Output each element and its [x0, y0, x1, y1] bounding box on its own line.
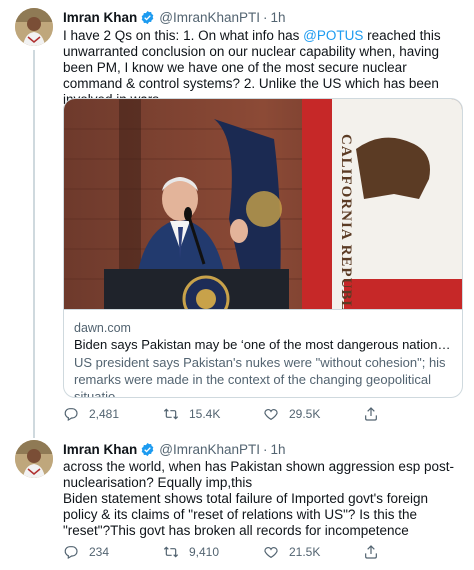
mention-link[interactable]: @POTUS: [303, 28, 363, 43]
author-handle[interactable]: @ImranKhanPTI: [159, 10, 260, 25]
reply-button[interactable]: 234: [63, 544, 163, 560]
tweet-1[interactable]: Imran Khan @ImranKhanPTI · 1h I have 2 Q…: [0, 0, 474, 432]
share-icon: [365, 407, 377, 421]
verified-badge-icon: [140, 442, 155, 457]
retweet-icon: [163, 408, 179, 420]
timestamp[interactable]: 1h: [271, 10, 286, 25]
share-icon: [365, 545, 377, 559]
tweet-text: across the world, when has Pakistan show…: [63, 459, 454, 538]
verified-badge-icon: [140, 10, 155, 25]
reply-icon: [64, 408, 78, 422]
tweet-header: Imran Khan @ImranKhanPTI · 1h: [63, 440, 286, 458]
thread-line: [33, 432, 35, 438]
card-image: CALIFORNIA REPUBLIC: [64, 99, 462, 309]
tweet-text: I have 2 Qs on this: 1. On what info has…: [63, 28, 463, 108]
retweet-icon: [163, 546, 179, 558]
thread-line: [33, 50, 35, 432]
tweet-header: Imran Khan @ImranKhanPTI · 1h: [63, 8, 286, 26]
reply-count: 234: [89, 545, 110, 559]
like-button[interactable]: 21.5K: [263, 544, 363, 560]
reply-count: 2,481: [89, 407, 120, 421]
card-domain: dawn.com: [74, 321, 131, 335]
like-button[interactable]: 29.5K: [263, 406, 363, 422]
tweet-actions: 2,481 15.4K 29.5K: [63, 404, 463, 424]
timestamp[interactable]: 1h: [271, 442, 286, 457]
like-icon: [264, 547, 278, 559]
author-handle[interactable]: @ImranKhanPTI: [159, 442, 260, 457]
avatar[interactable]: [15, 8, 53, 46]
like-icon: [264, 409, 278, 421]
separator-dot: ·: [263, 9, 268, 25]
retweet-button[interactable]: 15.4K: [163, 406, 263, 422]
card-title: Biden says Pakistan may be ‘one of the m…: [74, 337, 452, 352]
author-name[interactable]: Imran Khan: [63, 442, 137, 457]
separator-dot: ·: [263, 441, 268, 457]
tweet-actions: 234 9,410 21.5K: [63, 542, 463, 562]
retweet-count: 15.4K: [189, 407, 221, 421]
author-name[interactable]: Imran Khan: [63, 10, 137, 25]
tweet-text-part: I have 2 Qs on this: 1. On what info has: [63, 28, 304, 43]
share-button[interactable]: [363, 406, 403, 422]
avatar[interactable]: [15, 440, 53, 478]
like-count: 21.5K: [289, 545, 321, 559]
link-card[interactable]: CALIFORNIA REPUBLIC dawn.com Biden says …: [63, 98, 463, 398]
retweet-count: 9,410: [189, 545, 220, 559]
retweet-button[interactable]: 9,410: [163, 544, 263, 560]
share-button[interactable]: [363, 544, 403, 560]
card-body: dawn.com Biden says Pakistan may be ‘one…: [64, 309, 462, 398]
reply-icon: [64, 546, 78, 560]
flag-text: CALIFORNIA REPUBLIC: [338, 134, 354, 309]
tweet-2[interactable]: Imran Khan @ImranKhanPTI · 1h across the…: [0, 432, 474, 570]
card-description: US president says Pakistan's nukes were …: [74, 355, 446, 398]
reply-button[interactable]: 2,481: [63, 406, 163, 422]
like-count: 29.5K: [289, 407, 321, 421]
